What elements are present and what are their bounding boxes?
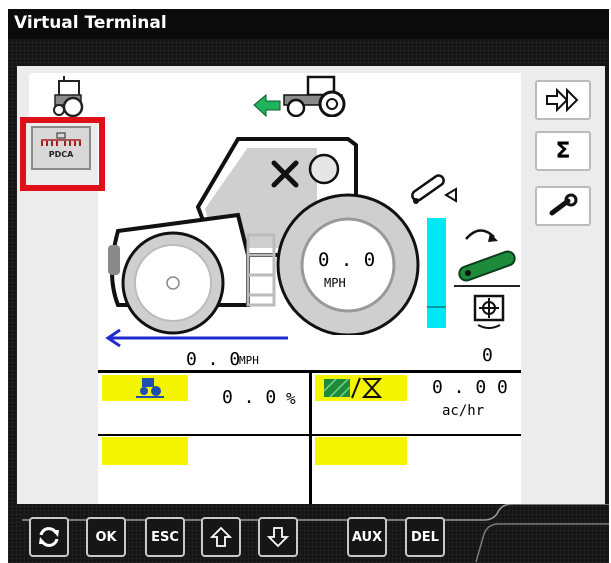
ok-button[interactable]: OK: [86, 517, 126, 557]
work-rate-unit: ac/hr: [442, 403, 485, 419]
pto-value: 0: [482, 345, 493, 366]
work-rate-icon: [323, 377, 383, 399]
ground-speed-unit: MPH: [239, 354, 259, 367]
pto-level-bar: [427, 218, 446, 328]
selection-highlight: [20, 117, 105, 191]
main-display: 0 . 0 MPH 0 . 0 MPH 0 0 . 0 % 0 . 0 0 ac…: [98, 73, 521, 504]
pto-level-tick: [427, 306, 446, 308]
wrench-icon: [549, 193, 578, 216]
ground-speed-arrow: [105, 328, 288, 348]
slip-unit: %: [286, 389, 296, 408]
window-title: Virtual Terminal: [14, 13, 167, 33]
tractor-speed-unit: MPH: [324, 276, 346, 290]
del-button[interactable]: DEL: [405, 517, 445, 557]
softkey-navigate[interactable]: [535, 80, 591, 120]
slip-icon: [136, 378, 164, 398]
softkey-settings[interactable]: [535, 186, 591, 226]
rotation-arrow-icon: [465, 229, 498, 242]
slip-value: 0 . 0: [222, 387, 277, 408]
softkey-totals[interactable]: Σ: [535, 131, 591, 171]
navigate-icon: [546, 87, 579, 113]
pto-gear-icon: [473, 294, 505, 329]
softkey-column: Σ: [525, 66, 605, 504]
totals-label: Σ: [555, 138, 571, 164]
down-button[interactable]: [258, 517, 298, 557]
hitch-icon: [411, 174, 457, 204]
frame: Virtual Terminal PDCA 0 . 0 MPH 0 . 0 MP…: [0, 0, 611, 563]
grid-vertical: [309, 370, 312, 504]
refresh-button[interactable]: [29, 517, 69, 557]
tractor-speed-value: 0 . 0: [318, 249, 376, 271]
ground-speed-value: 0 . 0: [186, 349, 241, 370]
title-bar: Virtual Terminal: [8, 9, 609, 39]
empty-cell-left-header: [102, 437, 188, 465]
work-rate-value: 0 . 0 0: [432, 377, 508, 398]
tractor-header-icon: [283, 75, 346, 117]
up-arrow-icon: [209, 526, 233, 547]
tractor-tab[interactable]: [29, 73, 103, 119]
tractor-icon: [53, 76, 84, 118]
down-arrow-icon: [266, 527, 290, 548]
tractor-graphic: [108, 137, 420, 335]
virtual-terminal-window: Virtual Terminal PDCA 0 . 0 MPH 0 . 0 MP…: [8, 9, 609, 563]
up-button[interactable]: [201, 517, 241, 557]
aux-button[interactable]: AUX: [347, 517, 387, 557]
refresh-icon: [39, 527, 59, 547]
terminal-screen: PDCA 0 . 0 MPH 0 . 0 MPH 0 0 . 0 % 0 . 0…: [17, 66, 605, 504]
esc-button[interactable]: ESC: [145, 517, 185, 557]
empty-cell-right-header: [315, 437, 407, 465]
back-arrow-icon[interactable]: [252, 91, 282, 121]
pto-belt-icon: [458, 250, 516, 282]
pto-divider: [454, 285, 520, 287]
